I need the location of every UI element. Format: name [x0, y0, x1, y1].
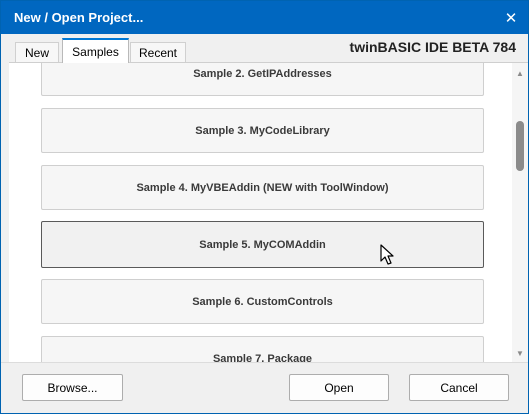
sample-item-myvbeaddin[interactable]: Sample 4. MyVBEAddin (NEW with ToolWindo…: [41, 165, 484, 210]
mouse-pointer-icon: [380, 244, 394, 265]
tab-new[interactable]: New: [15, 42, 59, 63]
sample-item-customcontrols[interactable]: Sample 6. CustomControls: [41, 279, 484, 324]
sample-item-package[interactable]: Sample 7. Package: [41, 336, 484, 362]
new-open-project-dialog: New / Open Project... ✕ New Samples Rece…: [0, 0, 529, 414]
scroll-up-arrow-icon[interactable]: ▲: [512, 66, 528, 80]
sample-item-mycodelibrary[interactable]: Sample 3. MyCodeLibrary: [41, 108, 484, 153]
close-icon[interactable]: ✕: [500, 7, 522, 29]
tab-samples[interactable]: Samples: [62, 38, 129, 63]
dialog-footer: Browse... Open Cancel: [1, 362, 528, 413]
vertical-scrollbar[interactable]: ▲ ▼: [512, 63, 528, 362]
samples-list: Sample 2. GetIPAddresses Sample 3. MyCod…: [9, 62, 528, 362]
cancel-button[interactable]: Cancel: [409, 374, 509, 401]
tab-bar: New Samples Recent twinBASIC IDE BETA 78…: [1, 34, 528, 63]
sample-item-mycomaddin[interactable]: Sample 5. MyCOMAddin: [41, 221, 484, 268]
browse-button[interactable]: Browse...: [22, 374, 123, 401]
scroll-down-arrow-icon[interactable]: ▼: [512, 346, 528, 360]
window-title: New / Open Project...: [14, 10, 144, 25]
title-bar: New / Open Project... ✕: [1, 1, 528, 34]
sample-item-getipaddresses[interactable]: Sample 2. GetIPAddresses: [41, 63, 484, 96]
tab-recent[interactable]: Recent: [130, 42, 186, 63]
ide-version-label: twinBASIC IDE BETA 784: [349, 39, 516, 55]
scroll-thumb[interactable]: [516, 121, 524, 171]
open-button[interactable]: Open: [289, 374, 389, 401]
